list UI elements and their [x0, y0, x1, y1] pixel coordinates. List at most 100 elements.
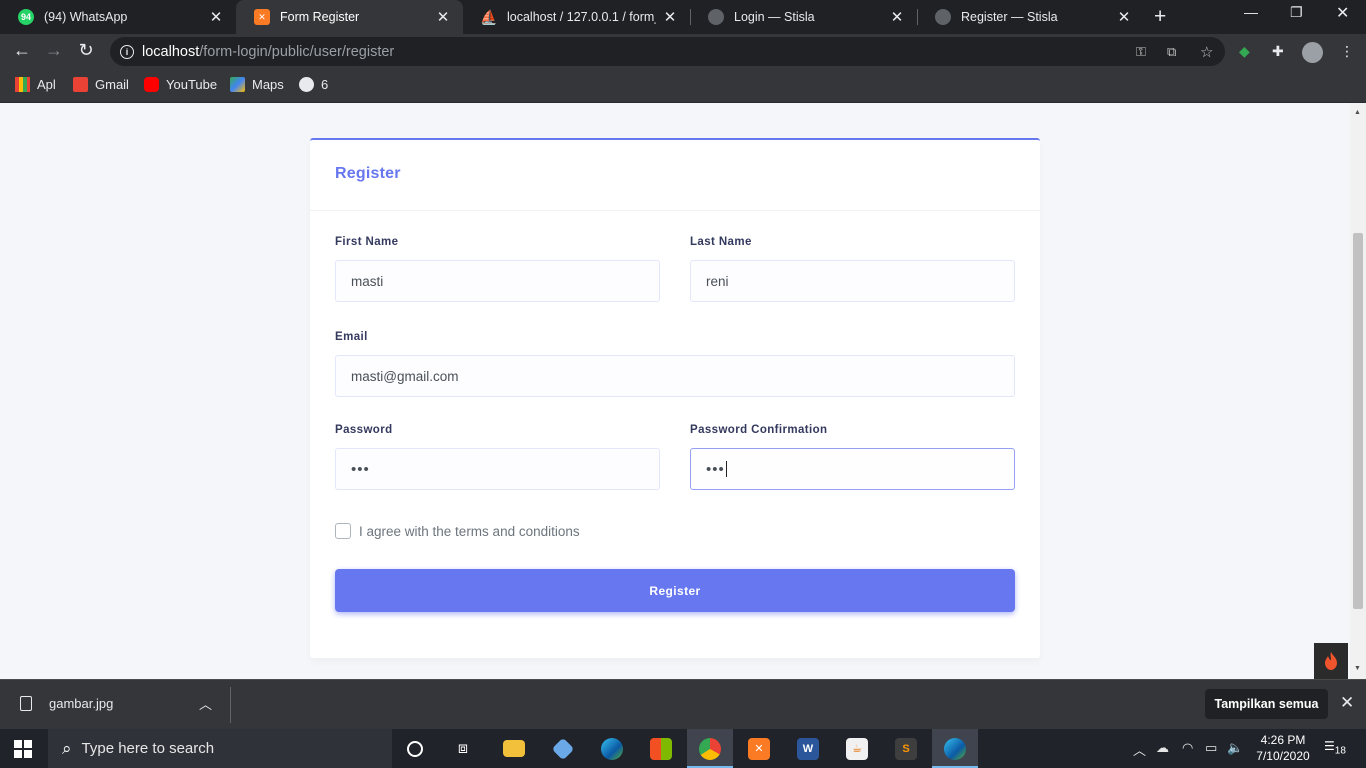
sublime-icon[interactable]: S [883, 729, 929, 768]
agree-label[interactable]: I agree with the terms and conditions [359, 524, 580, 539]
wifi-icon[interactable]: ◠ [1182, 740, 1193, 756]
task-view-icon[interactable]: ⧈ [440, 729, 486, 768]
tab-register-stisla[interactable]: Register — Stisla ✕ [917, 0, 1144, 34]
store-icon[interactable] [638, 729, 684, 768]
windows-start-icon[interactable] [14, 740, 32, 758]
download-item[interactable]: gambar.jpg [20, 696, 113, 711]
profile-avatar[interactable] [1302, 42, 1323, 63]
translate-icon[interactable]: ⧉ [1167, 37, 1176, 66]
last-name-input[interactable]: reni [690, 260, 1015, 302]
register-card: Register First Name masti Last Name reni… [310, 138, 1040, 658]
close-tab-icon[interactable]: ✕ [435, 8, 451, 26]
register-button[interactable]: Register [335, 569, 1015, 612]
xampp-icon[interactable]: ✕ [736, 729, 782, 768]
taskbar-search[interactable]: ⌕ Type here to search [48, 729, 392, 768]
key-icon[interactable]: ⚿ [1136, 37, 1146, 66]
whatsapp-icon: 94 [18, 9, 34, 25]
apps-grid-icon [15, 77, 30, 92]
word-icon[interactable]: W [785, 729, 831, 768]
page-scrollbar[interactable]: ▲ ▼ [1350, 103, 1366, 679]
browser-toolbar: ← → ↻ i localhost/form-login/public/user… [0, 34, 1366, 70]
bookmark-apps[interactable]: Apl [15, 77, 56, 92]
agree-checkbox[interactable] [335, 523, 351, 539]
text-caret [725, 461, 727, 477]
show-all-downloads-button[interactable]: Tampilkan semua [1205, 689, 1328, 719]
close-window-button[interactable]: ✕ [1336, 3, 1349, 23]
chrome-icon[interactable] [687, 729, 733, 768]
address-bar[interactable]: i localhost/form-login/public/user/regis… [110, 37, 1225, 66]
taskbar-clock[interactable]: 4:26 PM 7/10/2020 [1250, 732, 1316, 764]
scroll-up-arrow[interactable]: ▲ [1354, 109, 1361, 116]
tray-chevron-icon[interactable]: ︿ [1133, 740, 1146, 759]
url-path: /form-login/public/user/register [199, 43, 395, 60]
tab-title: Register — Stisla [961, 10, 1058, 24]
close-tab-icon[interactable]: ✕ [208, 8, 224, 26]
tab-form-register[interactable]: ✕ Form Register ✕ [236, 0, 463, 34]
password-input[interactable]: ••• [335, 448, 660, 490]
bookmark-youtube[interactable]: YouTube [144, 77, 217, 92]
forward-button[interactable]: → [42, 40, 66, 61]
download-file-name: gambar.jpg [49, 696, 114, 711]
browser-tab-strip: 94 (94) WhatsApp ✕ ✕ Form Register ✕ ⛵ l… [0, 0, 1366, 34]
tab-login-stisla[interactable]: Login — Stisla ✕ [690, 0, 917, 34]
bookmark-gmail[interactable]: Gmail [73, 77, 129, 92]
chevron-up-icon[interactable]: ︿ [199, 694, 212, 713]
extension-icon[interactable]: ◆ [1239, 43, 1250, 60]
java-icon[interactable]: ☕ [834, 729, 880, 768]
bookmark-6[interactable]: 6 [299, 77, 328, 92]
3d-viewer-icon[interactable] [540, 729, 586, 768]
search-icon: ⌕ [62, 738, 72, 758]
tab-title: Login — Stisla [734, 10, 815, 24]
email-value: masti@gmail.com [351, 368, 459, 384]
cortana-icon[interactable] [392, 729, 438, 768]
close-tab-icon[interactable]: ✕ [662, 8, 678, 26]
minimize-button[interactable]: — [1244, 4, 1258, 20]
menu-icon[interactable]: ⋮ [1340, 43, 1354, 60]
scroll-thumb[interactable] [1353, 233, 1363, 609]
youtube-icon [144, 77, 159, 92]
close-tab-icon[interactable]: ✕ [889, 8, 905, 26]
bookmark-star-icon[interactable]: ☆ [1200, 37, 1213, 66]
flame-icon [1325, 652, 1337, 670]
close-tab-icon[interactable]: ✕ [1116, 8, 1132, 26]
last-name-value: reni [706, 273, 729, 289]
volume-icon[interactable]: 🔈 [1227, 740, 1243, 756]
email-input[interactable]: masti@gmail.com [335, 355, 1015, 397]
notification-center-icon[interactable]: ☰18 [1324, 739, 1346, 756]
close-download-bar-icon[interactable]: ✕ [1340, 693, 1354, 713]
puzzle-icon[interactable]: ✚ [1272, 43, 1284, 60]
battery-icon[interactable]: ▭ [1205, 740, 1217, 756]
restore-button[interactable]: ❐ [1290, 4, 1303, 21]
new-tab-button[interactable]: + [1154, 5, 1166, 29]
bookmark-label: Gmail [95, 77, 129, 92]
card-header: Register [310, 140, 1040, 211]
onedrive-icon[interactable]: ☁ [1156, 740, 1169, 756]
bookmark-label: 6 [321, 77, 329, 92]
card-title: Register [335, 165, 401, 182]
password-confirm-label: Password Confirmation [690, 424, 828, 436]
maps-icon [230, 77, 245, 92]
download-separator [230, 687, 231, 723]
edge-chromium-icon[interactable] [932, 729, 978, 768]
clock-date: 7/10/2020 [1256, 749, 1310, 763]
first-name-input[interactable]: masti [335, 260, 660, 302]
windows-taskbar: ⌕ Type here to search ⧈ ✕ W ☕ S ︿ ☁ ◠ ▭ … [0, 729, 1366, 768]
password-confirm-value: ••• [706, 460, 725, 478]
first-name-label: First Name [335, 236, 399, 248]
scroll-down-arrow[interactable]: ▼ [1354, 665, 1361, 672]
globe-icon [299, 77, 314, 92]
tab-title: Form Register [280, 10, 360, 24]
site-info-icon[interactable]: i [120, 44, 134, 59]
reload-button[interactable]: ↻ [74, 40, 98, 61]
globe-icon [935, 9, 951, 25]
tab-phpmyadmin[interactable]: ⛵ localhost / 127.0.0.1 / form_log ✕ [463, 0, 690, 34]
flame-badge[interactable] [1314, 643, 1348, 679]
bookmark-maps[interactable]: Maps [230, 77, 284, 92]
password-confirm-input[interactable]: ••• [690, 448, 1015, 490]
tab-whatsapp[interactable]: 94 (94) WhatsApp ✕ [0, 0, 236, 34]
bookmark-label: Maps [252, 77, 284, 92]
edge-icon[interactable] [589, 729, 635, 768]
back-button[interactable]: ← [10, 40, 34, 61]
file-explorer-icon[interactable] [491, 729, 537, 768]
notification-count: 18 [1334, 745, 1346, 757]
